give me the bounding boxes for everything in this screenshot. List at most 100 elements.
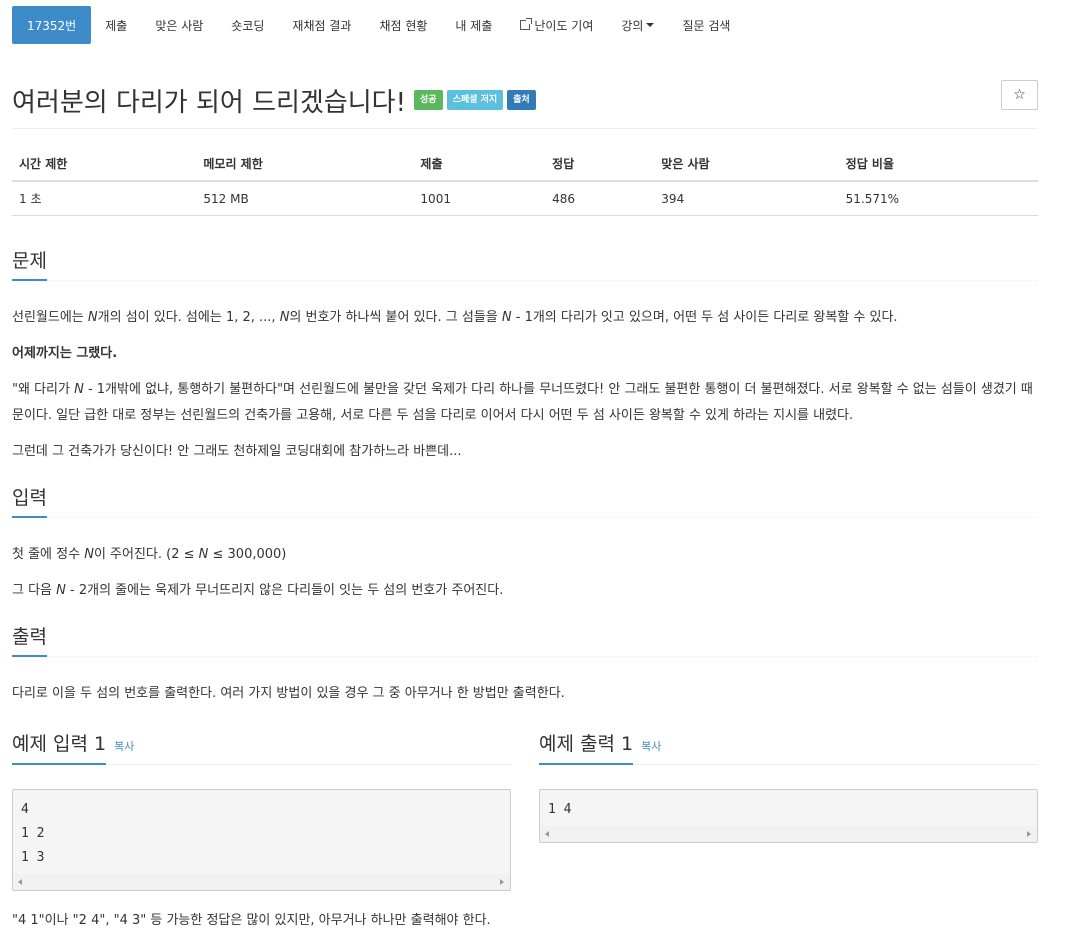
nav-label: 강의 bbox=[621, 18, 644, 33]
nav-rejudge-results[interactable]: 재채점 결과 bbox=[278, 6, 365, 44]
description-paragraph: "왜 다리가 N - 1개밖에 없냐, 통행하기 불편하다"며 선린월드에 불만… bbox=[12, 377, 1038, 429]
nav-label: 재채점 결과 bbox=[292, 18, 352, 33]
var-n: N bbox=[198, 547, 209, 562]
text: 첫 줄에 정수 bbox=[12, 547, 85, 562]
output-paragraph: 다리로 이을 두 섬의 번호를 출력한다. 여러 가지 방법이 있을 경우 그 … bbox=[12, 686, 565, 701]
text: - 1개의 다리가 잇고 있으며, 어떤 두 섬 사이든 다리로 왕복할 수 있… bbox=[511, 310, 898, 325]
header-submissions: 제출 bbox=[413, 147, 546, 182]
samples-row: 예제 입력 1 복사 4 1 2 1 3 예제 출력 1 복사 1 4 bbox=[12, 729, 1038, 891]
input-paragraph: 첫 줄에 정수 N이 주어진다. (2 ≤ N ≤ 300,000) bbox=[12, 542, 1038, 568]
description-bold-paragraph: 어제까지는 그랬다. bbox=[12, 346, 118, 361]
var-n: N bbox=[87, 310, 98, 325]
value-time-limit: 1 초 bbox=[12, 181, 197, 216]
header-time-limit: 시간 제한 bbox=[12, 147, 197, 182]
caret-down-icon bbox=[646, 23, 655, 27]
table-header-row: 시간 제한 메모리 제한 제출 정답 맞은 사람 정답 비율 bbox=[12, 147, 1038, 182]
code-line: 1 3 bbox=[21, 850, 45, 865]
nav-label: 제출 bbox=[105, 18, 128, 33]
text: 선린월드에는 bbox=[12, 310, 88, 325]
nav-label: 질문 검색 bbox=[682, 18, 731, 33]
code-line: 4 bbox=[21, 802, 29, 817]
nav-label: 맞은 사람 bbox=[155, 18, 204, 33]
problem-title: 여러분의 다리가 되어 드리겠습니다! bbox=[12, 87, 407, 118]
sample-input-head: 예제 입력 1 복사 bbox=[12, 729, 511, 765]
description-paragraph: 선린월드에는 N개의 섬이 있다. 섬에는 1, 2, ..., N의 번호가 … bbox=[12, 305, 1038, 331]
var-n: N bbox=[56, 583, 66, 598]
header-solved-users: 맞은 사람 bbox=[654, 147, 839, 182]
code-line: 1 4 bbox=[548, 802, 572, 817]
value-accepted: 486 bbox=[545, 181, 655, 216]
external-link-icon bbox=[520, 18, 533, 30]
problem-nav: 17352번 제출 맞은 사람 숏코딩 재채점 결과 채점 현황 내 제출 난이… bbox=[12, 4, 1038, 46]
star-icon: ☆ bbox=[1013, 87, 1026, 103]
sample-output-box[interactable]: 1 4 bbox=[539, 789, 1038, 843]
sample-input-title: 예제 입력 1 bbox=[12, 729, 107, 765]
sample-input-lines: 4 1 2 1 3 bbox=[21, 798, 502, 870]
sample-output: 예제 출력 1 복사 1 4 bbox=[539, 729, 1038, 891]
nav-short-coding[interactable]: 숏코딩 bbox=[217, 6, 278, 44]
nav-my-submissions[interactable]: 내 제출 bbox=[441, 6, 506, 44]
input-section-head: 입력 bbox=[12, 483, 1038, 518]
description-heading: 문제 bbox=[12, 246, 47, 281]
var-n: N bbox=[501, 310, 512, 325]
copy-output-button[interactable]: 복사 bbox=[641, 740, 661, 753]
scroll-left-icon[interactable] bbox=[545, 831, 549, 837]
text: ≤ 300,000) bbox=[208, 547, 287, 562]
value-memory-limit: 512 MB bbox=[196, 181, 414, 216]
code-line: 1 2 bbox=[21, 826, 45, 841]
horizontal-scrollbar[interactable] bbox=[13, 874, 510, 890]
copy-input-button[interactable]: 복사 bbox=[114, 740, 134, 753]
nav-submit[interactable]: 제출 bbox=[91, 6, 141, 44]
nav-lectures-dropdown[interactable]: 강의 bbox=[607, 6, 668, 44]
text: "왜 다리가 bbox=[12, 382, 75, 397]
problem-title-row: 여러분의 다리가 되어 드리겠습니다! 성공 스페셜 저지 출처 ☆ bbox=[12, 78, 1038, 122]
description-paragraph: 그런데 그 건축가가 당신이다! 안 그래도 천하제일 코딩대회에 참가하느라 … bbox=[12, 444, 462, 459]
favorite-button[interactable]: ☆ bbox=[1001, 80, 1038, 110]
nav-solved-users[interactable]: 맞은 사람 bbox=[141, 6, 217, 44]
horizontal-scrollbar[interactable] bbox=[540, 826, 1037, 842]
value-accept-ratio: 51.571% bbox=[838, 181, 1038, 216]
badge-special-judge[interactable]: 스페셜 저지 bbox=[446, 90, 504, 110]
nav-label: 17352번 bbox=[27, 18, 77, 33]
scroll-right-icon[interactable] bbox=[500, 879, 504, 885]
output-section-head: 출력 bbox=[12, 622, 1038, 657]
sample-output-lines: 1 4 bbox=[548, 798, 1029, 822]
badge-source[interactable]: 출처 bbox=[507, 90, 536, 110]
input-body: 첫 줄에 정수 N이 주어진다. (2 ≤ N ≤ 300,000) 그 다음 … bbox=[12, 542, 1038, 604]
text: 의 번호가 하나씩 붙어 있다. 그 섬들을 bbox=[289, 310, 502, 325]
text: 개의 섬이 있다. 섬에는 1, 2, ..., bbox=[97, 310, 280, 325]
text: - 2개의 줄에는 욱제가 무너뜨리지 않은 다리들이 잇는 두 섬의 번호가 … bbox=[65, 583, 504, 598]
scroll-left-icon[interactable] bbox=[18, 879, 22, 885]
var-n: N bbox=[74, 382, 84, 397]
nav-question-search[interactable]: 질문 검색 bbox=[668, 6, 744, 44]
description-body: 선린월드에는 N개의 섬이 있다. 섬에는 1, 2, ..., N의 번호가 … bbox=[12, 305, 1038, 465]
var-n: N bbox=[279, 310, 290, 325]
nav-label: 난이도 기여 bbox=[534, 18, 594, 33]
scroll-right-icon[interactable] bbox=[1027, 831, 1031, 837]
table-row: 1 초 512 MB 1001 486 394 51.571% bbox=[12, 181, 1038, 216]
sample-input: 예제 입력 1 복사 4 1 2 1 3 bbox=[12, 729, 511, 891]
output-heading: 출력 bbox=[12, 622, 47, 657]
text: 그 다음 bbox=[12, 583, 57, 598]
sample-output-title: 예제 출력 1 bbox=[539, 729, 634, 765]
problem-info-table: 시간 제한 메모리 제한 제출 정답 맞은 사람 정답 비율 1 초 512 M… bbox=[12, 147, 1038, 216]
nav-status[interactable]: 채점 현황 bbox=[365, 6, 441, 44]
input-heading: 입력 bbox=[12, 483, 47, 518]
nav-problem-number[interactable]: 17352번 bbox=[12, 6, 92, 44]
title-divider bbox=[12, 128, 1038, 129]
nav-label: 숏코딩 bbox=[231, 18, 265, 33]
description-section-head: 문제 bbox=[12, 246, 1038, 281]
nav-difficulty-contribution[interactable]: 난이도 기여 bbox=[506, 6, 607, 44]
value-submissions: 1001 bbox=[413, 181, 546, 216]
sample-note: "4 1"이나 "2 4", "4 3" 등 가능한 정답은 많이 있지만, 아… bbox=[12, 913, 491, 928]
nav-label: 채점 현황 bbox=[379, 18, 428, 33]
header-accepted: 정답 bbox=[545, 147, 655, 182]
nav-label: 내 제출 bbox=[455, 18, 493, 33]
value-solved-users: 394 bbox=[654, 181, 839, 216]
sample-input-box[interactable]: 4 1 2 1 3 bbox=[12, 789, 511, 891]
header-memory-limit: 메모리 제한 bbox=[196, 147, 414, 182]
badge-success[interactable]: 성공 bbox=[414, 90, 443, 110]
var-n: N bbox=[84, 547, 94, 562]
text: 이 주어진다. (2 ≤ bbox=[93, 547, 199, 562]
input-paragraph: 그 다음 N - 2개의 줄에는 욱제가 무너뜨리지 않은 다리들이 잇는 두 … bbox=[12, 578, 1038, 604]
